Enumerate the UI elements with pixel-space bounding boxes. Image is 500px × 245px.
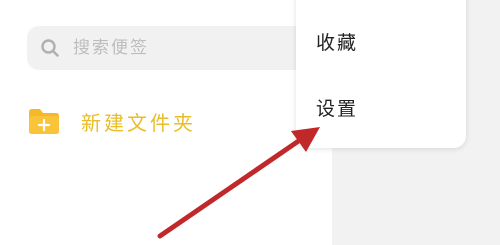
content-panel (332, 150, 500, 245)
menu-item-settings[interactable]: 设置 (316, 94, 358, 121)
search-icon (39, 37, 61, 59)
new-folder-label: 新建文件夹 (81, 110, 196, 135)
search-input[interactable] (73, 38, 273, 58)
menu-item-favorites[interactable]: 收藏 (316, 28, 358, 55)
folder-plus-icon (27, 107, 61, 135)
popup-menu: 收藏 设置 (296, 0, 466, 148)
search-bar[interactable] (27, 26, 317, 70)
new-folder-button[interactable]: 新建文件夹 (27, 104, 196, 138)
